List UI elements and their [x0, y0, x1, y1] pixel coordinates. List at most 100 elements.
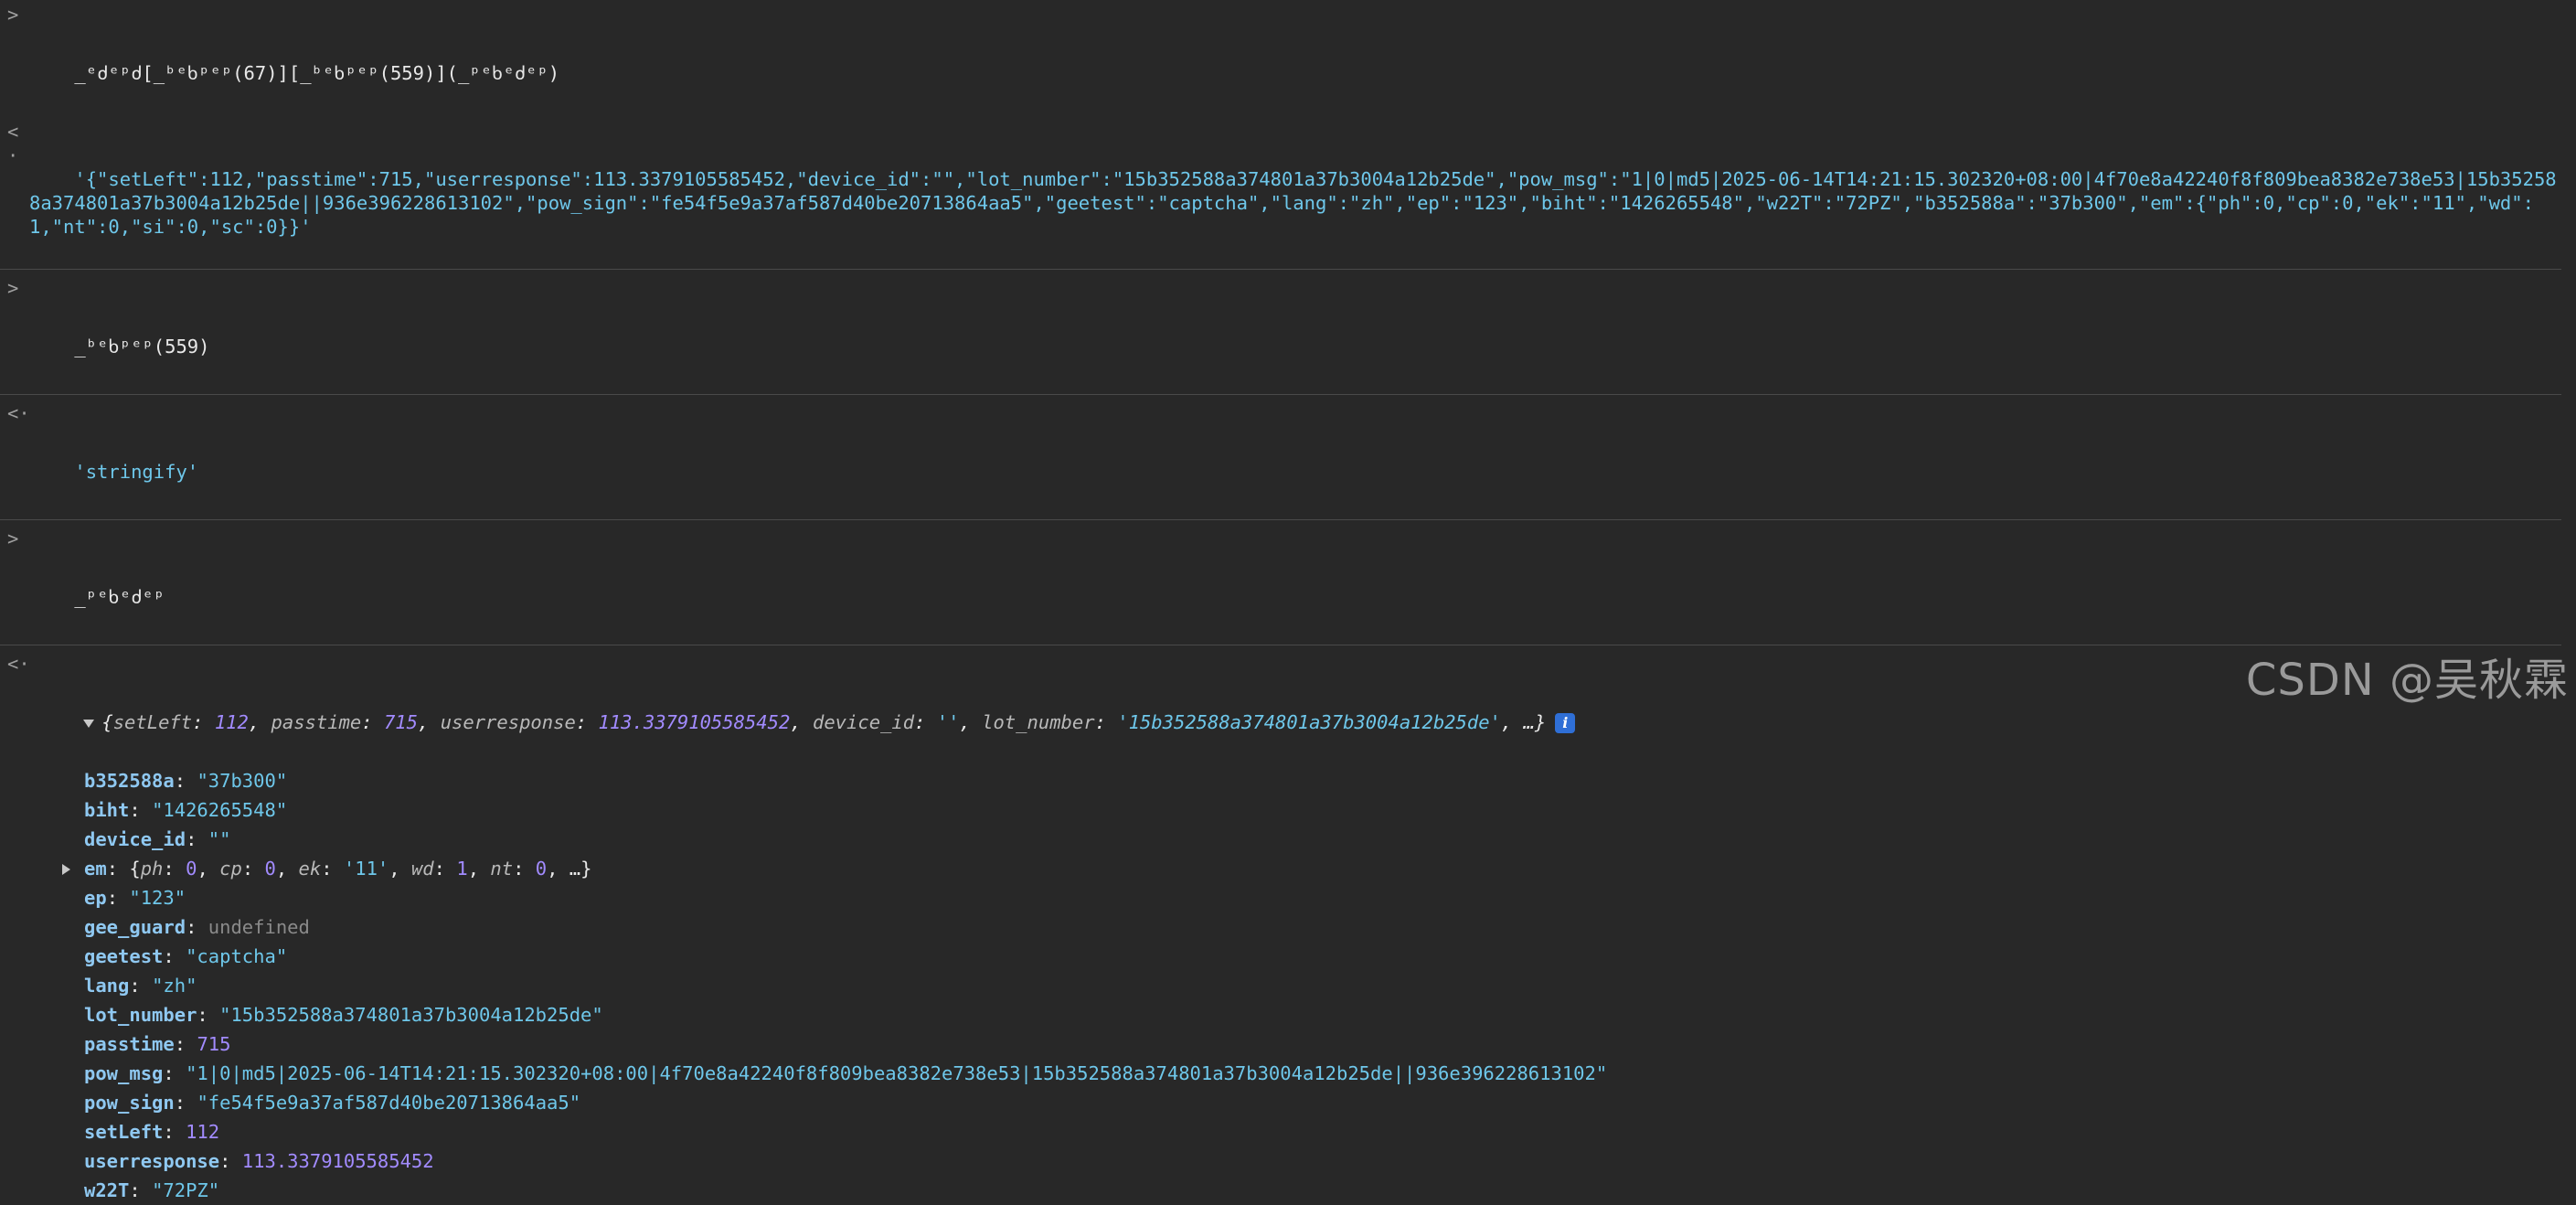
entry-divider: [0, 269, 2561, 270]
watermark: CSDN @吴秋霖: [2245, 655, 2569, 706]
preview-value: 0: [186, 858, 197, 880]
preview-key: nt: [490, 858, 514, 880]
entry-divider: [0, 519, 2561, 520]
chevron-right-icon: >: [7, 4, 19, 26]
property-value: 112: [186, 1121, 220, 1143]
property-value: "123": [129, 887, 186, 909]
colon: :: [106, 887, 130, 909]
property-row[interactable]: ep: "123": [0, 883, 2576, 912]
preview-value: 113.3379105585452: [598, 711, 791, 733]
property-row[interactable]: passtime: 715: [0, 1029, 2576, 1059]
preview-ellipsis: , …}: [1500, 711, 1547, 733]
preview-value: '15b352588a374801a37b3004a12b25de': [1117, 711, 1501, 733]
console-output-line[interactable]: <· '{"setLeft":112,"passtime":715,"userr…: [0, 117, 2576, 265]
chevron-right-icon: >: [7, 528, 19, 549]
preview-value: 112: [214, 711, 249, 733]
property-value: "": [208, 828, 231, 850]
property-key: biht: [84, 799, 130, 821]
console-input-line[interactable]: > _ᵖᵉხᵉძᵉᵖ: [0, 524, 2576, 641]
console-input-line[interactable]: > _ᵇᵉხᵖᵉᵖ(559): [0, 273, 2576, 390]
entry-divider: [0, 394, 2561, 395]
property-key: setLeft: [84, 1121, 164, 1143]
property-key: lot_number: [84, 1004, 197, 1026]
brace: {: [129, 858, 141, 880]
console-input-text: _ᵇᵉხᵖᵉᵖ(559): [74, 336, 210, 357]
separator: ,: [275, 858, 299, 880]
colon: :: [163, 945, 186, 967]
colon: :: [192, 711, 215, 733]
colon: :: [163, 858, 186, 880]
property-row[interactable]: lot_number: "15b352588a374801a37b3004a12…: [0, 1000, 2576, 1029]
preview-ellipsis: , …}: [547, 858, 592, 880]
colon: :: [513, 858, 536, 880]
console-output-string: '{"setLeft":112,"passtime":715,"userresp…: [29, 168, 2557, 238]
preview-key: cp: [219, 858, 242, 880]
colon: :: [163, 1062, 186, 1084]
object-properties: b352588a: "37b300" biht: "1426265548" devi…: [0, 766, 2576, 1205]
chevron-left-icon: <·: [7, 653, 30, 675]
colon: :: [106, 858, 130, 880]
separator: ,: [790, 711, 813, 733]
separator: ,: [197, 858, 220, 880]
console-input-text: _ᵖᵉხᵉძᵉᵖ: [74, 586, 165, 608]
colon: :: [197, 1004, 220, 1026]
property-value: "fe54f5e9a37af587d40be20713864aa5": [197, 1092, 581, 1114]
separator: ,: [389, 858, 411, 880]
separator: ,: [959, 711, 983, 733]
triangle-down-icon[interactable]: [83, 719, 95, 728]
property-key: pow_msg: [84, 1062, 164, 1084]
property-key: ep: [84, 887, 107, 909]
info-icon[interactable]: i: [1555, 713, 1576, 733]
property-value: undefined: [208, 916, 310, 938]
property-value: "1|0|md5|2025-06-14T14:21:15.302320+08:0…: [186, 1062, 1608, 1084]
object-summary-line[interactable]: <· {setLeft: 112, passtime: 715, userres…: [0, 649, 2576, 766]
chevron-right-icon: >: [7, 277, 19, 299]
property-row[interactable]: em: {ph: 0, cp: 0, ek: '11', wd: 1, nt: …: [0, 854, 2576, 883]
property-key: gee_guard: [84, 916, 186, 938]
property-value: "72PZ": [152, 1179, 220, 1201]
colon: :: [361, 711, 384, 733]
console-input-line[interactable]: > _ᵉძᵉᵖძ[_ᵇᵉხᵖᵉᵖ(67)][_ᵇᵉხᵖᵉᵖ(559)](_ᵖᵉხ…: [0, 0, 2576, 117]
console-panel: > _ᵉძᵉᵖძ[_ᵇᵉხᵖᵉᵖ(67)][_ᵇᵉხᵖᵉᵖ(559)](_ᵖᵉხ…: [0, 0, 2576, 1205]
preview-key: passtime: [271, 711, 362, 733]
property-row[interactable]: userresponse: 113.3379105585452: [0, 1146, 2576, 1176]
preview-key: ph: [140, 858, 164, 880]
property-row[interactable]: setLeft: 112: [0, 1117, 2576, 1146]
property-row[interactable]: pow_msg: "1|0|md5|2025-06-14T14:21:15.30…: [0, 1059, 2576, 1088]
preview-key: device_id: [813, 711, 915, 733]
property-row[interactable]: w22T: "72PZ": [0, 1176, 2576, 1205]
colon: :: [186, 916, 208, 938]
brace: {: [101, 711, 113, 733]
preview-value: 1: [456, 858, 468, 880]
colon: :: [129, 1179, 153, 1201]
colon: :: [174, 1033, 197, 1055]
property-key: em: [84, 858, 107, 880]
property-row[interactable]: device_id: "": [0, 825, 2576, 854]
preview-value: 0: [535, 858, 548, 880]
preview-key: setLeft: [112, 711, 193, 733]
property-value: 715: [197, 1033, 231, 1055]
property-row[interactable]: gee_guard: undefined: [0, 912, 2576, 942]
property-value: "37b300": [197, 770, 288, 792]
colon: :: [186, 828, 208, 850]
property-row[interactable]: geetest: "captcha": [0, 942, 2576, 971]
property-row[interactable]: lang: "zh": [0, 971, 2576, 1000]
property-row[interactable]: pow_sign: "fe54f5e9a37af587d40be20713864…: [0, 1088, 2576, 1117]
preview-value: '': [936, 711, 960, 733]
property-key: b352588a: [84, 770, 175, 792]
object-preview[interactable]: {setLeft: 112, passtime: 715, userrespon…: [101, 711, 1546, 733]
console-output-string: 'stringify': [74, 461, 199, 483]
colon: :: [575, 711, 599, 733]
property-row[interactable]: b352588a: "37b300": [0, 766, 2576, 795]
property-row[interactable]: biht: "1426265548": [0, 795, 2576, 825]
colon: :: [163, 1121, 186, 1143]
separator: ,: [418, 711, 441, 733]
colon: :: [1094, 711, 1118, 733]
colon: :: [241, 858, 265, 880]
console-output-line[interactable]: <· 'stringify': [0, 399, 2576, 516]
colon: :: [129, 975, 153, 997]
triangle-right-icon[interactable]: [62, 864, 70, 875]
property-key: passtime: [84, 1033, 175, 1055]
separator: ,: [467, 858, 491, 880]
preview-key: lot_number: [982, 711, 1095, 733]
